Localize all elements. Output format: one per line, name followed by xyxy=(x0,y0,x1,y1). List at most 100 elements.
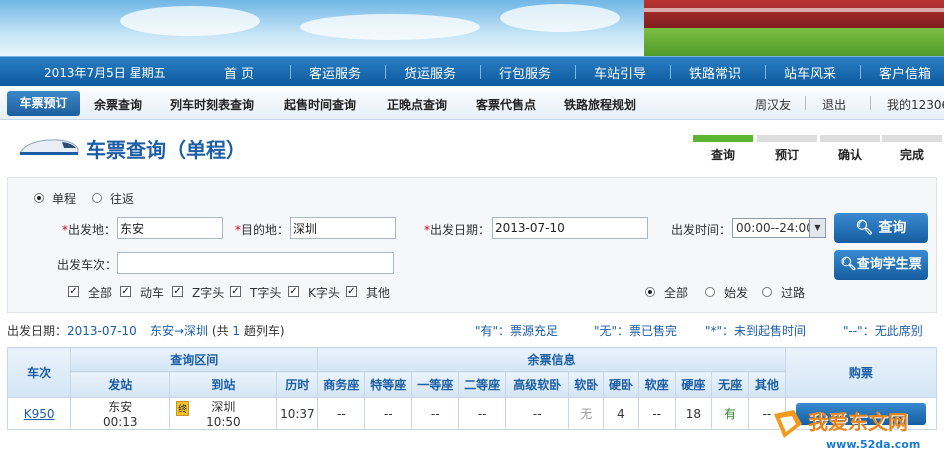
legend-not-on-sale: "*"：未到起售时间 xyxy=(705,324,807,338)
tab-delay-info[interactable]: 正晚点查询 xyxy=(387,96,447,113)
date-input[interactable] xyxy=(492,217,648,239)
time-select[interactable]: 00:00--24:00 ▼ xyxy=(732,218,826,238)
header-from: 发站 xyxy=(70,371,171,398)
station-origin-label: 始发 xyxy=(724,286,749,300)
logo-icon xyxy=(774,410,802,438)
student-search-button[interactable]: 🔍︎查询学生票 xyxy=(834,250,928,280)
header-seat: 软座 xyxy=(637,371,676,398)
seat-cell: 无 xyxy=(568,397,605,430)
seat-cell: -- xyxy=(364,397,413,430)
arrival-cell: 终 深圳 10:50 xyxy=(169,397,278,430)
header-seat: 一等座 xyxy=(411,371,460,398)
header-duration: 历时 xyxy=(276,371,319,398)
step-book: 预订 xyxy=(757,135,817,163)
route-summary: 东安→深圳 (共 1 趟列车) xyxy=(150,324,285,338)
station-passing-label: 过路 xyxy=(781,286,806,300)
header-buy: 购票 xyxy=(784,347,938,398)
header-seat: 硬卧 xyxy=(603,371,639,398)
search-button[interactable]: 🔍︎ 查询 xyxy=(834,213,928,243)
terminal-badge: 终 xyxy=(176,401,190,416)
seat-cell: -- xyxy=(637,397,676,430)
tab-sale-time[interactable]: 起售时间查询 xyxy=(284,96,356,113)
seat-cell: 有 xyxy=(711,397,750,430)
from-station-input[interactable] xyxy=(117,217,223,239)
nav-customer-mailbox[interactable]: 客户信箱 xyxy=(879,63,931,82)
radio-station-passing[interactable] xyxy=(762,287,772,297)
legend-available: "有"：票源充足 xyxy=(475,324,559,338)
nav-station-guide[interactable]: 车站引导 xyxy=(594,63,646,82)
tab-agency[interactable]: 客票代售点 xyxy=(476,96,536,113)
search-form: 单程 往返 *出发地： *目的地： *出发日期： 出发时间： 00:00--24… xyxy=(7,177,937,313)
checkbox-t[interactable]: ✓ xyxy=(230,286,241,297)
legend-no-class: "--"：无此席别 xyxy=(843,324,923,338)
step-query: 查询 xyxy=(693,135,753,163)
from-label: *出发地： xyxy=(62,223,117,237)
header-section: 查询区间 xyxy=(70,347,319,372)
logout-link[interactable]: 退出 xyxy=(822,96,846,113)
departure-cell: 东安 00:13 xyxy=(70,397,171,430)
legend-sold-out: "无"：票已售完 xyxy=(594,324,678,338)
header-seat: 软卧 xyxy=(568,371,605,398)
train-number-link[interactable]: K950 xyxy=(6,397,72,430)
time-label: 出发时间： xyxy=(671,223,732,237)
seat-cell: 4 xyxy=(603,397,639,430)
nav-luggage-service[interactable]: 行包服务 xyxy=(499,63,551,82)
sub-navigation: 车票预订 余票查询 列车时刻表查询 起售时间查询 正晚点查询 客票代售点 铁路旅… xyxy=(0,86,944,120)
seat-cell: -- xyxy=(505,397,570,430)
header-seat: 无座 xyxy=(711,371,750,398)
watermark: 我爱东文网 www.52da.com xyxy=(770,404,940,458)
label-single-trip: 单程 xyxy=(52,192,77,206)
type-all-label: 全部 xyxy=(88,286,113,300)
label-return-trip: 往返 xyxy=(110,192,135,206)
radio-return-trip[interactable] xyxy=(92,193,102,203)
tab-remaining-tickets[interactable]: 余票查询 xyxy=(94,96,142,113)
station-all-label: 全部 xyxy=(664,286,689,300)
nav-station-gallery[interactable]: 站车风采 xyxy=(784,63,836,82)
page-title: 车票查询（单程） xyxy=(86,138,246,162)
seat-cell: -- xyxy=(411,397,460,430)
checkbox-all[interactable]: ✓ xyxy=(68,286,79,297)
header-banner xyxy=(0,0,944,56)
nav-freight-service[interactable]: 货运服务 xyxy=(404,63,456,82)
step-confirm: 确认 xyxy=(820,135,880,163)
checkbox-k[interactable]: ✓ xyxy=(288,286,299,297)
type-k-label: K字头 xyxy=(308,286,340,300)
username: 周汉友 xyxy=(755,98,792,112)
train-no-input[interactable] xyxy=(117,252,394,274)
type-t-label: T字头 xyxy=(250,286,282,300)
checkbox-z[interactable]: ✓ xyxy=(172,286,183,297)
type-emu-label: 动车 xyxy=(140,286,165,300)
to-label: *目的地： xyxy=(235,223,290,237)
checkbox-emu[interactable]: ✓ xyxy=(120,286,131,297)
header-seat: 二等座 xyxy=(458,371,507,398)
header-seat: 高级软卧 xyxy=(505,371,570,398)
radio-station-all[interactable] xyxy=(645,287,655,297)
train-icon xyxy=(19,139,79,155)
step-complete: 完成 xyxy=(882,135,942,163)
search-icon: 🔍︎ xyxy=(855,220,874,236)
header-seat: 硬座 xyxy=(674,371,713,398)
nav-railway-knowledge[interactable]: 铁路常识 xyxy=(689,63,741,82)
title-bar: 车票查询（单程） 查询 预订 确认 完成 xyxy=(0,121,944,173)
to-station-input[interactable] xyxy=(290,217,396,239)
tab-timetable[interactable]: 列车时刻表查询 xyxy=(170,96,254,113)
watermark-url: www.52da.com xyxy=(826,438,921,451)
search-icon: 🔍︎ xyxy=(840,257,857,272)
main-navigation: 2013年7月5日 星期五 首 页 客运服务 货运服务 行包服务 车站引导 铁路… xyxy=(0,56,944,86)
radio-station-origin[interactable] xyxy=(705,287,715,297)
checkbox-other[interactable]: ✓ xyxy=(346,286,357,297)
my-12306-link[interactable]: 我的12306- xyxy=(887,96,944,113)
header-seat: 商务座 xyxy=(317,371,366,398)
header-seats: 余票信息 xyxy=(317,347,786,372)
nav-passenger-service[interactable]: 客运服务 xyxy=(309,63,361,82)
radio-single-trip[interactable] xyxy=(34,193,44,203)
current-date: 2013年7月5日 星期五 xyxy=(44,66,166,80)
seat-cell: 18 xyxy=(674,397,713,430)
tab-ticket-booking[interactable]: 车票预订 xyxy=(7,91,80,116)
type-other-label: 其他 xyxy=(366,286,391,300)
watermark-text: 我爱东文网 xyxy=(808,410,908,434)
train-no-label: 出发车次： xyxy=(57,258,118,272)
tab-journey-planner[interactable]: 铁路旅程规划 xyxy=(564,96,636,113)
nav-home[interactable]: 首 页 xyxy=(224,63,254,82)
header-seat: 其他 xyxy=(748,371,786,398)
